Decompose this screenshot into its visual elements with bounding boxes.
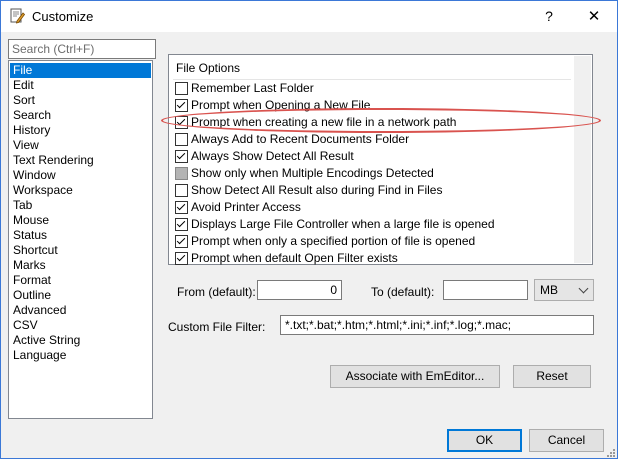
- option-checkbox[interactable]: [175, 82, 188, 95]
- option-label: Remember Last Folder: [191, 81, 314, 95]
- category-item[interactable]: Shortcut: [10, 243, 151, 258]
- option-row[interactable]: Prompt when only a specified portion of …: [173, 234, 571, 250]
- option-row[interactable]: Show Detect All Result also during Find …: [173, 183, 571, 199]
- unit-select[interactable]: MB: [534, 279, 594, 301]
- to-label: To (default):: [371, 285, 435, 299]
- header-divider: [173, 79, 571, 80]
- unit-select-value: MB: [540, 283, 558, 297]
- category-item[interactable]: Marks: [10, 258, 151, 273]
- customize-dialog: Customize ? ✕ FileEditSortSearchHistoryV…: [0, 0, 618, 459]
- category-list[interactable]: File Edit Sort Search History View Text Render…: [8, 60, 153, 419]
- option-checkbox[interactable]: [175, 167, 188, 180]
- category-item[interactable]: Workspace: [10, 183, 151, 198]
- option-row[interactable]: Always Show Detect All Result: [173, 149, 571, 165]
- option-label: Prompt when default Open Filter exists: [191, 251, 398, 265]
- option-checkbox[interactable]: [175, 99, 188, 112]
- associate-button[interactable]: Associate with EmEditor...: [330, 365, 500, 388]
- option-label: Displays Large File Controller when a la…: [191, 217, 495, 231]
- options-scrollbar[interactable]: [574, 56, 591, 263]
- options-header: File Options: [176, 61, 241, 75]
- from-label: From (default):: [177, 285, 256, 299]
- resize-grip-icon[interactable]: [605, 446, 615, 457]
- chevron-down-icon: [578, 283, 589, 294]
- option-row[interactable]: Displays Large File Controller when a la…: [173, 217, 571, 233]
- category-item[interactable]: Language: [10, 348, 151, 363]
- option-row[interactable]: Prompt when Opening a New File: [173, 98, 571, 114]
- category-item[interactable]: Search: [10, 108, 151, 123]
- option-row[interactable]: Show only when Multiple Encodings Detect…: [173, 166, 571, 182]
- option-label: Prompt when only a specified portion of …: [191, 234, 476, 248]
- category-item[interactable]: Edit: [10, 78, 151, 93]
- category-item[interactable]: Active String: [10, 333, 151, 348]
- category-item[interactable]: Window: [10, 168, 151, 183]
- category-item[interactable]: Tab: [10, 198, 151, 213]
- custom-filter-label: Custom File Filter:: [168, 320, 266, 334]
- reset-button[interactable]: Reset: [513, 365, 591, 388]
- option-row[interactable]: Always Add to Recent Documents Folder: [173, 132, 571, 148]
- option-label: Show Detect All Result also during Find …: [191, 183, 443, 197]
- document-pencil-icon: [9, 8, 26, 24]
- help-button[interactable]: ?: [531, 1, 567, 32]
- option-checkbox[interactable]: [175, 150, 188, 163]
- close-button[interactable]: ✕: [571, 1, 617, 32]
- option-label: Prompt when Opening a New File: [191, 98, 371, 112]
- category-item[interactable]: History: [10, 123, 151, 138]
- search-input[interactable]: [8, 39, 156, 59]
- file-options-list[interactable]: File Options Remember Last Folder Prompt …: [168, 54, 593, 265]
- category-item[interactable]: Format: [10, 273, 151, 288]
- option-label: Show only when Multiple Encodings Detect…: [191, 166, 434, 180]
- option-checkbox[interactable]: [175, 201, 188, 214]
- option-label: Prompt when creating a new file in a net…: [191, 115, 457, 129]
- category-item[interactable]: Sort: [10, 93, 151, 108]
- category-item[interactable]: Status: [10, 228, 151, 243]
- option-row[interactable]: Remember Last Folder: [173, 81, 571, 97]
- category-item[interactable]: Text Rendering: [10, 153, 151, 168]
- category-item[interactable]: Outline: [10, 288, 151, 303]
- custom-filter-input[interactable]: [280, 315, 594, 335]
- option-label: Always Show Detect All Result: [191, 149, 354, 163]
- option-checkbox[interactable]: [175, 184, 188, 197]
- option-row[interactable]: Avoid Printer Access: [173, 200, 571, 216]
- option-checkbox[interactable]: [175, 252, 188, 265]
- ok-button[interactable]: OK: [447, 429, 522, 452]
- option-checkbox[interactable]: [175, 116, 188, 129]
- option-checkbox[interactable]: [175, 133, 188, 146]
- window-title: Customize: [32, 9, 94, 24]
- category-item[interactable]: View: [10, 138, 151, 153]
- to-input[interactable]: [443, 280, 528, 300]
- category-item[interactable]: File: [10, 63, 151, 78]
- option-label: Avoid Printer Access: [191, 200, 301, 214]
- category-item[interactable]: Advanced: [10, 303, 151, 318]
- category-item[interactable]: CSV: [10, 318, 151, 333]
- cancel-button[interactable]: Cancel: [529, 429, 604, 452]
- option-label: Always Add to Recent Documents Folder: [191, 132, 410, 146]
- option-checkbox[interactable]: [175, 235, 188, 248]
- title-bar[interactable]: Customize ? ✕: [1, 1, 617, 32]
- option-row[interactable]: Prompt when default Open Filter exists: [173, 251, 571, 267]
- from-input[interactable]: [257, 280, 342, 300]
- option-row[interactable]: Prompt when creating a new file in a net…: [173, 115, 571, 131]
- option-checkbox[interactable]: [175, 218, 188, 231]
- category-item[interactable]: Mouse: [10, 213, 151, 228]
